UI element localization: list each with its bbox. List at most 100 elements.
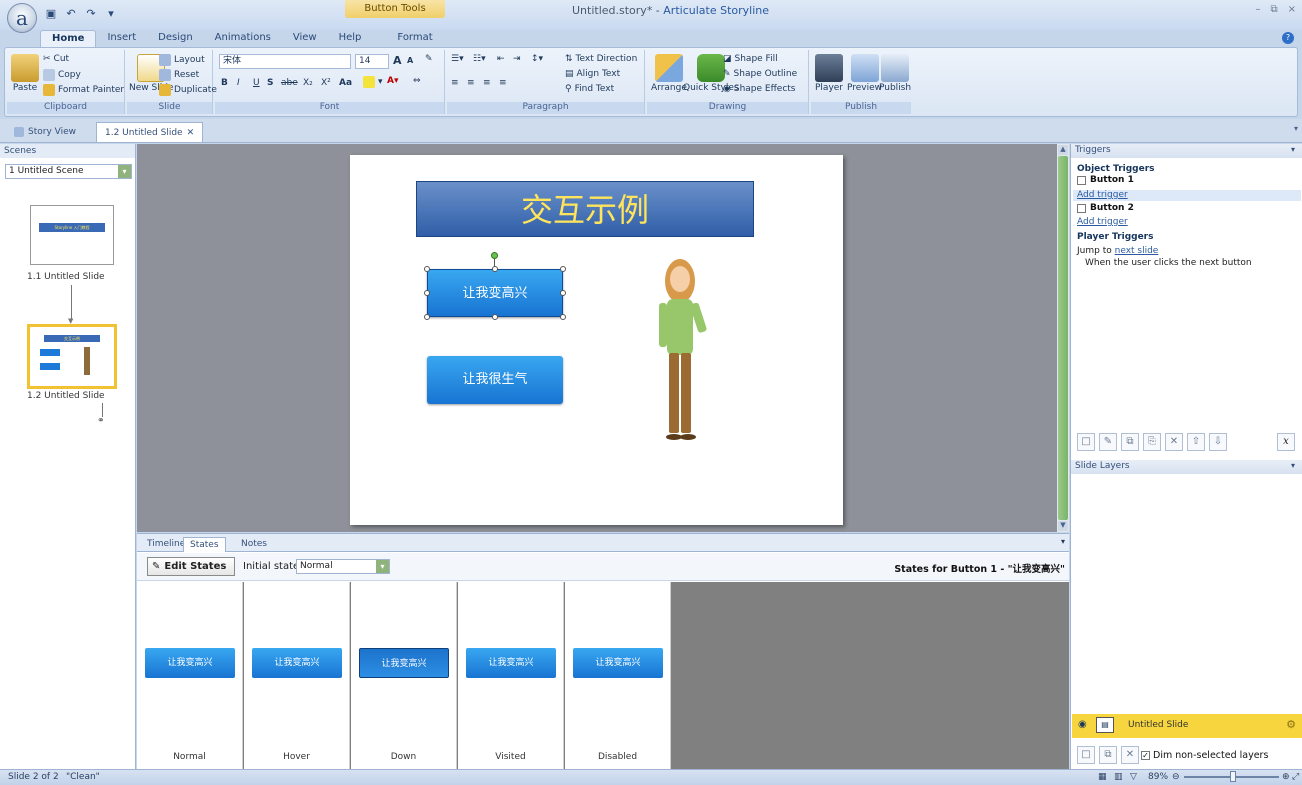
tabs-dropdown-icon[interactable]: ▾	[1294, 124, 1298, 133]
resize-handle[interactable]	[424, 314, 430, 320]
change-case-button[interactable]: Aa	[339, 78, 352, 88]
redo-icon[interactable]: ↷	[84, 6, 98, 20]
scrollbar-thumb[interactable]	[1058, 156, 1068, 520]
copy-button[interactable]: Copy	[43, 69, 81, 81]
customize-toolbar-icon[interactable]: ▾	[104, 6, 118, 20]
undo-icon[interactable]: ↶	[64, 6, 78, 20]
text-direction-button[interactable]: ⇅ Text Direction	[565, 54, 637, 64]
slide-sorter-icon[interactable]: ▥	[1114, 772, 1123, 782]
checkbox[interactable]: ✓	[1141, 751, 1150, 760]
tab-states[interactable]: States	[183, 537, 226, 552]
scene-select[interactable]: 1 Untitled Scene ▾	[5, 164, 132, 179]
expand-icon[interactable]	[1077, 175, 1086, 185]
state-disabled[interactable]: 让我变高兴 Disabled	[565, 582, 671, 770]
font-family-select[interactable]: 宋体	[219, 54, 351, 69]
reset-button[interactable]: Reset	[159, 69, 199, 81]
reading-view-icon[interactable]: ▽	[1130, 772, 1137, 782]
tab-notes[interactable]: Notes	[235, 537, 273, 552]
move-down-icon[interactable]: ⇩	[1209, 433, 1227, 451]
add-trigger-link-1[interactable]: Add trigger	[1077, 190, 1128, 200]
tab-view[interactable]: View	[282, 30, 328, 48]
numbering-icon[interactable]: ☷▾	[473, 54, 486, 64]
state-down[interactable]: 让我变高兴 Down	[351, 582, 457, 770]
slide-title[interactable]: 交互示例	[416, 181, 754, 237]
zoom-in-icon[interactable]: ⊕	[1282, 772, 1290, 782]
zoom-out-icon[interactable]: ⊖	[1172, 772, 1180, 782]
font-color-icon[interactable]: A▾	[387, 76, 398, 86]
scroll-up-icon[interactable]: ▲	[1058, 145, 1068, 155]
slide-button-angry[interactable]: 让我很生气	[427, 356, 563, 404]
resize-handle[interactable]	[424, 290, 430, 296]
format-painter-button[interactable]: Format Painter	[43, 84, 124, 96]
save-icon[interactable]: ▣	[44, 6, 58, 20]
resize-handle[interactable]	[560, 290, 566, 296]
copy-trigger-icon[interactable]: ⧉	[1121, 433, 1139, 451]
superscript-button[interactable]: X²	[321, 78, 331, 88]
trigger-object-button2[interactable]: Button 2	[1077, 203, 1134, 213]
preview-button[interactable]: Preview	[847, 54, 882, 93]
vertical-scrollbar[interactable]: ▲ ▼	[1057, 144, 1069, 532]
tab-format[interactable]: Format	[386, 30, 443, 48]
edit-states-button[interactable]: ✎ Edit States	[147, 557, 235, 576]
new-layer-icon[interactable]: □	[1077, 746, 1095, 764]
duplicate-button[interactable]: Duplicate	[159, 84, 217, 96]
tab-untitled-slide[interactable]: 1.2 Untitled Slide ✕	[96, 122, 204, 142]
help-icon[interactable]: ?	[1282, 32, 1294, 44]
decrease-indent-icon[interactable]: ⇤	[497, 54, 505, 64]
subscript-button[interactable]: X₂	[303, 78, 313, 88]
resize-handle[interactable]	[492, 266, 498, 272]
tab-home[interactable]: Home	[40, 30, 97, 48]
underline-button[interactable]: U	[253, 78, 260, 88]
trigger-object-button1[interactable]: Button 1	[1077, 175, 1134, 185]
initial-state-select[interactable]: Normal ▾	[296, 559, 390, 574]
zoom-slider-knob[interactable]	[1230, 771, 1236, 782]
delete-trigger-icon[interactable]: ✕	[1165, 433, 1183, 451]
shape-outline-button[interactable]: ✎ Shape Outline	[723, 69, 797, 79]
slide-label-1[interactable]: 1.1 Untitled Slide	[27, 272, 105, 282]
state-normal[interactable]: 让我变高兴 Normal	[137, 582, 243, 770]
dim-layers-checkbox[interactable]: ✓ Dim non-selected layers	[1141, 750, 1268, 761]
eye-icon[interactable]: ◉	[1078, 719, 1087, 730]
trigger-target-link[interactable]: next slide	[1115, 246, 1159, 256]
cut-button[interactable]: ✂ Cut	[43, 54, 69, 64]
chevron-down-icon[interactable]: ▾	[1291, 461, 1295, 470]
increase-indent-icon[interactable]: ⇥	[513, 54, 521, 64]
publish-button[interactable]: Publish	[879, 54, 911, 93]
slide-button-happy[interactable]: 让我变高兴	[427, 269, 563, 317]
slide-thumbnail-2[interactable]: 交互示例	[27, 324, 117, 389]
arrange-button[interactable]: Arrange	[651, 54, 687, 93]
align-left-icon[interactable]: ≡	[451, 78, 459, 88]
scroll-down-icon[interactable]: ▼	[1058, 521, 1068, 531]
resize-handle[interactable]	[560, 314, 566, 320]
resize-handle[interactable]	[492, 314, 498, 320]
expand-icon[interactable]	[1077, 203, 1086, 213]
close-button[interactable]: ×	[1288, 4, 1296, 15]
application-menu-button[interactable]: a	[7, 3, 37, 33]
tab-help[interactable]: Help	[328, 30, 373, 48]
line-spacing-icon[interactable]: ↕▾	[531, 54, 543, 64]
character-spacing-icon[interactable]: ⇔	[413, 76, 421, 86]
gear-icon[interactable]: ⚙	[1286, 718, 1296, 731]
tab-story-view[interactable]: Story View	[6, 122, 84, 142]
paste-button[interactable]: Paste	[11, 54, 39, 93]
panel-dropdown-icon[interactable]: ▾	[1061, 537, 1065, 546]
clear-formatting-icon[interactable]: ✎	[425, 54, 433, 64]
close-tab-icon[interactable]: ✕	[187, 128, 195, 138]
restore-button[interactable]: ⧉	[1270, 4, 1277, 15]
base-layer-row[interactable]: ◉ ▤ Untitled Slide ⚙	[1072, 714, 1302, 738]
shrink-font-button[interactable]: A	[407, 56, 413, 65]
new-trigger-icon[interactable]: □	[1077, 433, 1095, 451]
grow-font-button[interactable]: A	[393, 54, 402, 67]
shadow-button[interactable]: S	[267, 78, 273, 88]
tab-animations[interactable]: Animations	[204, 30, 282, 48]
slide-label-2[interactable]: 1.2 Untitled Slide	[27, 391, 105, 401]
strikethrough-button[interactable]: abe	[281, 78, 298, 88]
variables-icon[interactable]: x	[1277, 433, 1295, 451]
slide[interactable]: 交互示例 让我变高兴 让我很生气	[350, 155, 843, 525]
duplicate-layer-icon[interactable]: ⧉	[1099, 746, 1117, 764]
move-up-icon[interactable]: ⇧	[1187, 433, 1205, 451]
resize-handle[interactable]	[424, 266, 430, 272]
resize-handle[interactable]	[560, 266, 566, 272]
shape-fill-button[interactable]: ◪ Shape Fill	[723, 54, 778, 64]
slide-thumbnail-1[interactable]: Storyline 入门教程	[30, 205, 114, 265]
